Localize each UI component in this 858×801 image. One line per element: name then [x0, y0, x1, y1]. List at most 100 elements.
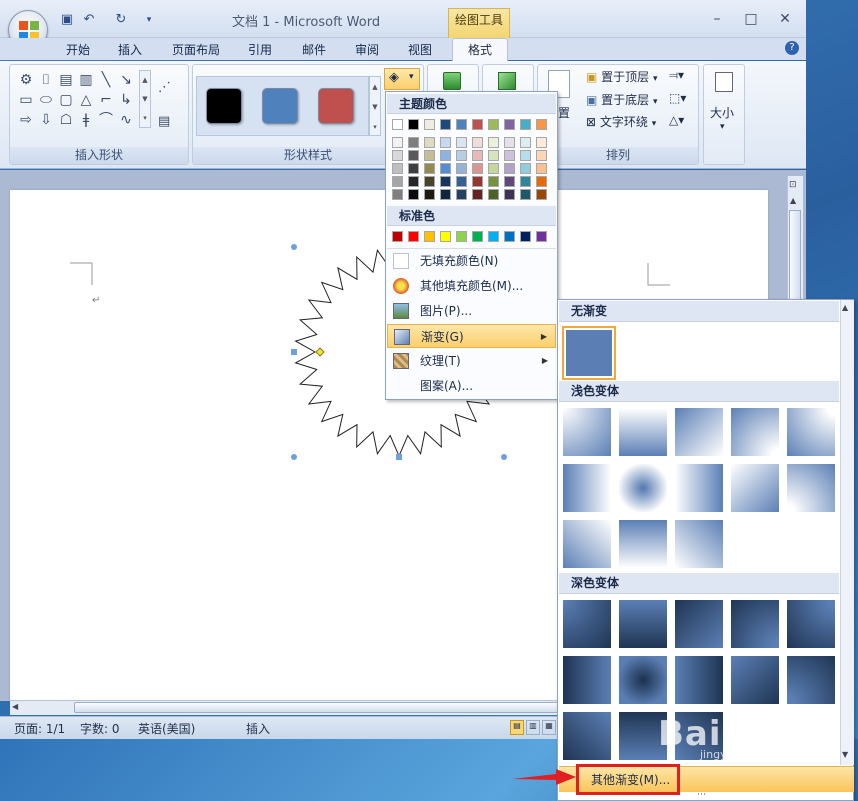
shape-fill-button[interactable]: ◈ ▾ — [384, 68, 420, 90]
theme-shade-swatch[interactable] — [440, 163, 451, 174]
redo-icon[interactable]: ↻ — [112, 11, 130, 29]
theme-shade-swatch[interactable] — [392, 189, 403, 200]
textbox-icon[interactable]: ▤ — [158, 114, 170, 129]
status-language[interactable]: 英语(美国) — [138, 720, 195, 737]
standard-color-swatch[interactable] — [424, 231, 435, 242]
dark-gradient-tile[interactable] — [619, 600, 667, 648]
light-gradient-tile[interactable] — [675, 464, 723, 512]
standard-color-swatch[interactable] — [472, 231, 483, 242]
more-fill-colors-item[interactable]: 其他填充颜色(M)... — [387, 274, 556, 298]
theme-color-swatch[interactable] — [488, 119, 499, 130]
selection-handle[interactable] — [291, 454, 297, 460]
shape-icon[interactable]: ⇨ — [16, 110, 36, 130]
theme-shade-swatch[interactable] — [488, 163, 499, 174]
standard-color-swatch[interactable] — [408, 231, 419, 242]
text-wrap-button[interactable]: ⊠ 文字环绕 ▾ — [586, 113, 656, 130]
theme-color-swatch[interactable] — [536, 119, 547, 130]
shape-styles-scroll[interactable]: ▲ ▼ ▾ — [369, 76, 381, 136]
theme-shade-swatch[interactable] — [472, 150, 483, 161]
theme-color-swatch[interactable] — [408, 119, 419, 130]
shape-icon[interactable]: ∿ — [116, 110, 136, 130]
selection-handle[interactable] — [291, 244, 297, 250]
theme-color-swatch[interactable] — [424, 119, 435, 130]
group-objects-icon[interactable]: ⬚▾ — [669, 91, 686, 105]
help-icon[interactable]: ? — [785, 41, 799, 55]
scroll-left-icon[interactable]: ◀ — [12, 702, 18, 711]
align-icon[interactable]: ⫤▾ — [669, 68, 684, 83]
shape-icon[interactable]: ⬭ — [36, 90, 56, 110]
theme-shade-swatch[interactable] — [520, 137, 531, 148]
theme-shade-swatch[interactable] — [456, 150, 467, 161]
scroll-up-icon[interactable]: ▲ — [842, 303, 848, 312]
shape-icon[interactable]: ↳ — [116, 90, 136, 110]
theme-shade-swatch[interactable] — [440, 189, 451, 200]
tab-home[interactable]: 开始 — [56, 40, 100, 61]
theme-shade-swatch[interactable] — [408, 189, 419, 200]
theme-shade-swatch[interactable] — [488, 137, 499, 148]
selection-handle[interactable] — [291, 349, 297, 355]
theme-color-swatch[interactable] — [472, 119, 483, 130]
theme-shade-swatch[interactable] — [408, 137, 419, 148]
minimize-button[interactable]: – — [704, 8, 730, 30]
status-page[interactable]: 页面: 1/1 — [14, 720, 65, 737]
pattern-fill-item[interactable]: 图案(A)... — [387, 374, 556, 398]
theme-shade-swatch[interactable] — [520, 189, 531, 200]
shapes-gallery[interactable]: ⚙ ⌷ ▤ ▥ ╲ ↘ ▭ ⬭ ▢ △ ⌐ ↳ ⇨ ⇩ ☖ ǂ ⌒ ∿ — [16, 70, 140, 130]
shape-icon[interactable]: ǂ — [76, 110, 96, 130]
standard-color-swatch[interactable] — [520, 231, 531, 242]
standard-color-swatch[interactable] — [536, 231, 547, 242]
gradient-fill-item[interactable]: 渐变(G) ▶ — [387, 324, 556, 348]
send-to-back-button[interactable]: ▣ 置于底层 ▾ — [586, 91, 658, 108]
theme-shade-swatch[interactable] — [440, 137, 451, 148]
dark-gradient-tile[interactable] — [675, 656, 723, 704]
texture-fill-item[interactable]: 纹理(T) ▶ — [387, 349, 556, 373]
dark-gradient-tile[interactable] — [563, 656, 611, 704]
dark-gradient-tile[interactable] — [787, 656, 835, 704]
size-button[interactable]: 大小 — [710, 104, 734, 121]
theme-shade-swatch[interactable] — [520, 163, 531, 174]
theme-shade-swatch[interactable] — [504, 189, 515, 200]
theme-shade-swatch[interactable] — [504, 137, 515, 148]
theme-shade-swatch[interactable] — [392, 163, 403, 174]
theme-shade-swatch[interactable] — [456, 176, 467, 187]
shape-icon[interactable]: ⌷ — [36, 70, 56, 90]
shape-icon[interactable]: ⌐ — [96, 90, 116, 110]
theme-shade-swatch[interactable] — [424, 150, 435, 161]
resize-grip-icon[interactable]: ⋯ — [697, 790, 706, 800]
theme-shade-swatch[interactable] — [424, 137, 435, 148]
dark-gradient-tile[interactable] — [563, 712, 611, 760]
theme-shade-swatch[interactable] — [504, 163, 515, 174]
shape-icon[interactable]: ▭ — [16, 90, 36, 110]
save-icon[interactable]: ▣ — [58, 11, 76, 29]
close-button[interactable]: ✕ — [772, 8, 798, 30]
light-gradient-tile[interactable] — [563, 408, 611, 456]
gradient-gallery-scrollbar[interactable] — [840, 300, 854, 765]
dark-gradient-tile[interactable] — [731, 600, 779, 648]
status-insert-mode[interactable]: 插入 — [246, 720, 270, 737]
shape-icon[interactable]: ▤ — [56, 70, 76, 90]
shape-icon[interactable]: ☖ — [56, 110, 76, 130]
theme-color-swatch[interactable] — [392, 119, 403, 130]
theme-color-swatch[interactable] — [504, 119, 515, 130]
no-fill-item[interactable]: 无填充颜色(N) — [387, 248, 556, 272]
theme-color-swatch[interactable] — [520, 119, 531, 130]
light-gradient-tile[interactable] — [563, 520, 611, 568]
theme-shade-swatch[interactable] — [488, 150, 499, 161]
shape-icon[interactable]: ⚙ — [16, 70, 36, 90]
theme-shade-swatch[interactable] — [488, 176, 499, 187]
light-gradient-tile[interactable] — [731, 464, 779, 512]
chevron-down-icon[interactable]: ▾ — [720, 122, 725, 132]
tab-insert[interactable]: 插入 — [108, 40, 152, 61]
light-gradient-tile[interactable] — [675, 408, 723, 456]
selection-handle[interactable] — [396, 454, 402, 460]
standard-color-swatch[interactable] — [456, 231, 467, 242]
undo-icon[interactable]: ↶ — [80, 11, 98, 29]
maximize-button[interactable]: □ — [738, 8, 764, 30]
shape-icon[interactable]: ▥ — [76, 70, 96, 90]
selection-handle[interactable] — [501, 454, 507, 460]
theme-shade-swatch[interactable] — [408, 150, 419, 161]
rotate-icon[interactable]: △▾ — [669, 113, 684, 127]
tab-view[interactable]: 视图 — [398, 40, 442, 61]
theme-shade-swatch[interactable] — [424, 176, 435, 187]
theme-shade-swatch[interactable] — [392, 176, 403, 187]
